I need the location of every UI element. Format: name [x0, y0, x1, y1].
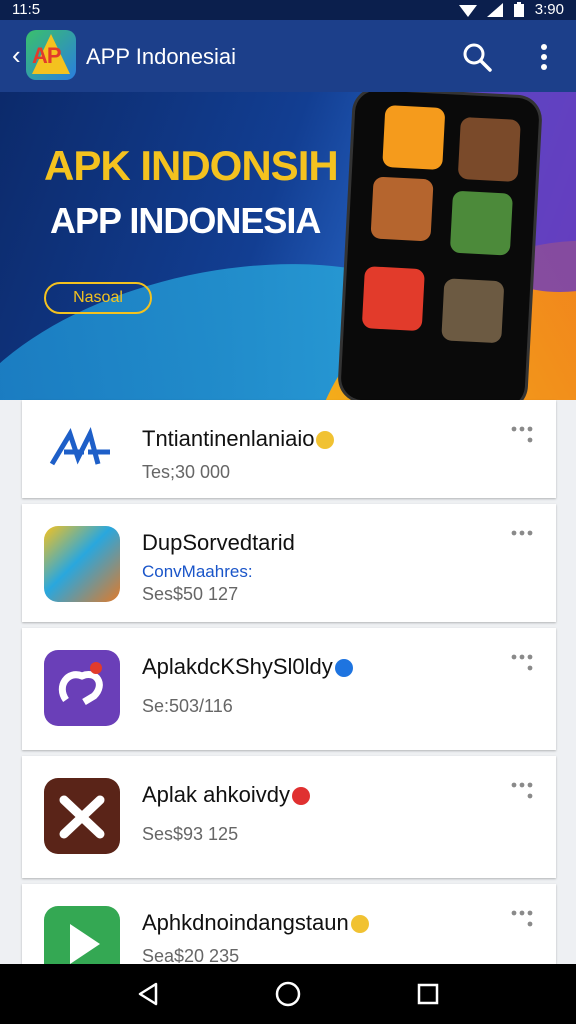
list-item[interactable]: AplakdcKShySl0ldy Se:503/116 — [22, 628, 556, 750]
app-icon-3 — [44, 650, 120, 726]
banner-button-label: Nasoal — [73, 289, 123, 306]
status-icons: 3:90 — [458, 1, 564, 18]
app-icon-4 — [44, 778, 120, 854]
nav-home-icon[interactable] — [274, 980, 302, 1008]
drag-dots-icon[interactable] — [510, 424, 534, 446]
wifi-icon — [458, 4, 477, 17]
banner-headline-1: APK INDONSIH — [44, 142, 339, 189]
badge-icon — [350, 915, 369, 934]
list-item[interactable]: Aplak ahkoivdy Ses$93 125 — [22, 756, 556, 878]
game-tile-2 — [457, 116, 521, 182]
search-icon[interactable] — [462, 42, 492, 72]
status-clock-right: 3:90 — [534, 1, 564, 18]
drag-dots-icon[interactable] — [510, 908, 534, 930]
app-logo-text: AP — [32, 43, 62, 68]
game-tile-5 — [361, 266, 425, 332]
back-arrow-icon[interactable]: ‹ — [12, 42, 21, 68]
drag-dots-icon[interactable] — [510, 780, 534, 802]
phone-illustration — [340, 92, 540, 400]
app-logo: AP — [26, 30, 76, 80]
game-tile-1 — [382, 104, 446, 171]
app-name: DupSorvedtarid — [142, 530, 295, 555]
battery-icon — [513, 1, 524, 17]
app-meta: Tes;30 000 — [142, 462, 231, 482]
app-icon-1 — [49, 426, 110, 466]
status-time: 11:5 — [12, 1, 41, 18]
app-name: AplakdcKShySl0ldy — [142, 654, 353, 680]
more-vert-icon[interactable] — [534, 42, 554, 72]
app-meta: Se:503/116 — [142, 696, 233, 716]
game-tile-3 — [370, 176, 434, 242]
app-bar: ‹ AP APP Indonesiai — [0, 20, 576, 92]
list-item[interactable]: DupSorvedtarid ConvMaahres: Ses$50 127 — [22, 504, 556, 622]
app-meta: Ses$93 125 — [142, 824, 239, 844]
app-title: APP Indonesiai — [86, 44, 237, 69]
drag-dots-icon[interactable] — [510, 652, 534, 674]
signal-icon — [486, 2, 503, 17]
list-item[interactable]: Tntiantinenlaniaio Tes;30 000 — [22, 400, 556, 498]
drag-dots-icon[interactable] — [510, 528, 534, 550]
promo-banner[interactable]: APK INDONSIH APP INDONESIA Nasoal — [0, 92, 576, 400]
badge-icon — [291, 787, 310, 806]
banner-button[interactable]: Nasoal — [44, 282, 152, 314]
app-name: Tntiantinenlaniaio — [142, 426, 335, 452]
app-name: Aphkdnoindangstaun — [142, 910, 369, 936]
status-bar: 11:5 3:90 — [0, 0, 576, 20]
system-nav-bar — [0, 964, 576, 1024]
app-name: Aplak ahkoivdy — [142, 782, 310, 808]
banner-headline-2: APP INDONESIA — [50, 200, 321, 241]
nav-back-icon[interactable] — [134, 980, 162, 1008]
game-tile-6 — [441, 278, 505, 344]
badge-icon — [334, 659, 353, 678]
app-subtitle: ConvMaahres: — [142, 562, 253, 581]
app-icon-2 — [44, 526, 120, 602]
nav-recents-icon[interactable] — [414, 980, 442, 1008]
badge-icon — [316, 431, 335, 450]
app-meta: Ses$50 127 — [142, 584, 239, 604]
game-tile-4 — [449, 190, 513, 256]
